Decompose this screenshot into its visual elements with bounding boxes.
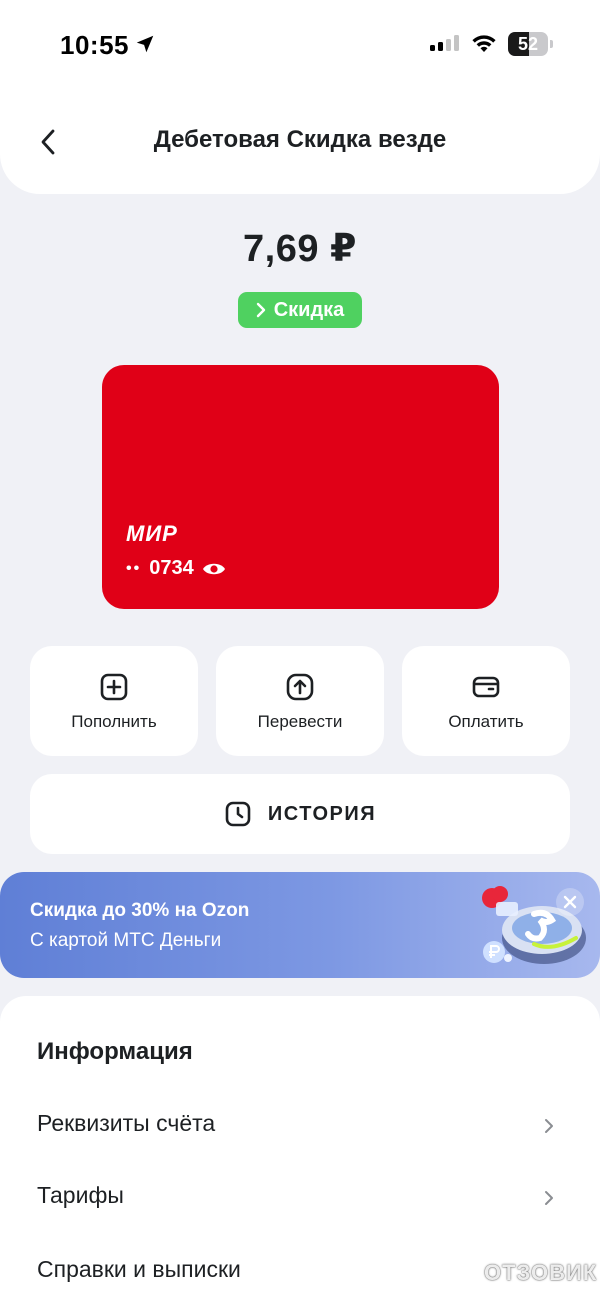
pay-button[interactable]: Оплатить (402, 646, 570, 756)
chevron-right-icon (545, 1191, 553, 1205)
arrow-up-square-icon (286, 673, 314, 701)
chevron-right-icon (545, 1119, 553, 1133)
info-title: Информация (37, 1038, 193, 1065)
page-title: Дебетовая Скидка везде (153, 126, 447, 153)
info-item-label: Справки и выписки (37, 1256, 241, 1282)
card-number: •• 0734 (126, 557, 226, 580)
watermark-logo-icon (451, 1259, 479, 1287)
top-up-label: Пополнить (71, 712, 157, 731)
status-time: 10:55 (60, 30, 129, 60)
info-item-requisites[interactable]: Реквизиты счёта (0, 1096, 600, 1156)
pay-label: Оплатить (448, 712, 524, 731)
info-item-label: Тарифы (37, 1182, 124, 1208)
eye-icon[interactable] (202, 561, 226, 577)
history-label: ИСТОРИЯ (267, 802, 377, 825)
wifi-icon (472, 35, 496, 52)
battery-nub (550, 40, 553, 48)
plus-square-icon (100, 673, 128, 701)
transfer-label: Перевести (257, 712, 343, 731)
promo-banner[interactable]: Скидка до 30% на Ozon С картой МТС Деньг… (0, 872, 600, 978)
transfer-button[interactable]: Перевести (216, 646, 384, 756)
card-number-mask: •• (126, 559, 142, 577)
cellular-signal-icon (430, 35, 459, 51)
close-icon (563, 895, 577, 909)
watermark: ОТЗОВИК (450, 1256, 597, 1290)
bank-card[interactable]: МИР •• 0734 (102, 365, 499, 609)
account-balance: 7,69 ₽ (243, 228, 357, 270)
discount-badge[interactable]: Скидка (238, 292, 362, 328)
card-last-digits: 0734 (149, 557, 194, 579)
discount-badge-label: Скидка (273, 298, 345, 321)
info-item-tariffs[interactable]: Тарифы (0, 1168, 600, 1228)
history-button[interactable]: ИСТОРИЯ (30, 774, 570, 854)
location-arrow-icon (136, 35, 154, 53)
promo-close-button[interactable] (556, 888, 584, 916)
battery-percent: 52 (517, 34, 539, 54)
wallet-icon (472, 676, 500, 698)
clock-icon (225, 801, 251, 827)
chevron-right-icon (256, 302, 265, 318)
mir-logo: МИР (126, 521, 178, 546)
info-item-label: Реквизиты счёта (37, 1110, 216, 1136)
promo-subtitle: С картой МТС Деньги (30, 930, 222, 951)
watermark-text: ОТЗОВИК (484, 1260, 598, 1285)
status-bar: 10:55 52 (0, 0, 600, 90)
header: 10:55 52 Дебетовая Скидка везде (0, 0, 600, 194)
promo-title: Скидка до 30% на Ozon (30, 900, 250, 921)
battery-icon: 52 (508, 32, 548, 56)
top-up-button[interactable]: Пополнить (30, 646, 198, 756)
